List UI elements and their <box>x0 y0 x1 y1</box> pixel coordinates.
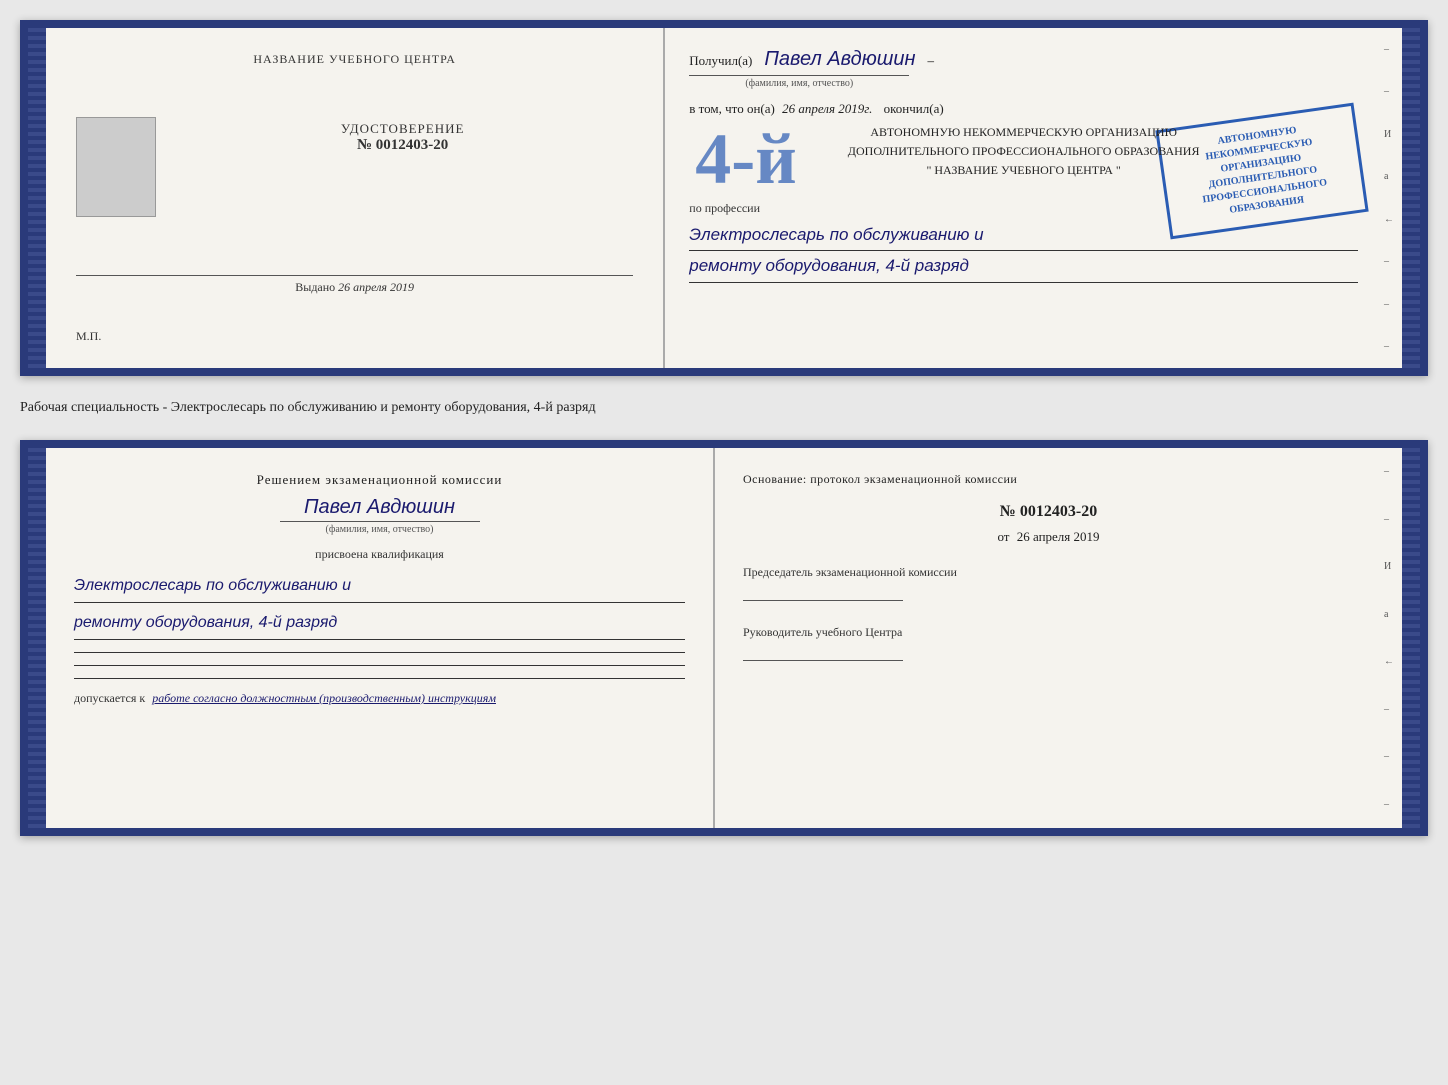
side-decoration-bottom: – – И а ← – – – <box>1382 448 1402 828</box>
line-sep2 <box>74 665 685 666</box>
vtom-block: в том, что он(а) 26 апреля 2019г. окончи… <box>689 101 1358 117</box>
rukov-sig-line <box>743 660 903 661</box>
right-spine-bottom <box>1402 448 1420 828</box>
rukov-label: Руководитель учебного Центра <box>743 625 1354 640</box>
right-number: № 0012403-20 <box>743 503 1354 521</box>
right-spine-top <box>1402 28 1420 368</box>
cert-number-block: УДОСТОВЕРЕНИЕ № 0012403-20 <box>341 121 465 154</box>
top-right-page: Получил(а) Павел Авдюшин – (фамилия, имя… <box>665 28 1382 368</box>
bottom-right-page: Основание: протокол экзаменационной коми… <box>715 448 1382 828</box>
prisvoena-label: присвоена квалификация <box>74 547 685 562</box>
org-line3: " НАЗВАНИЕ УЧЕБНОГО ЦЕНТРА " <box>689 161 1358 180</box>
osnov-label: Основание: протокол экзаменационной коми… <box>743 472 1354 487</box>
org-name-block: АВТОНОМНУЮ НЕКОММЕРЧЕСКУЮ ОРГАНИЗАЦИЮ ДО… <box>689 123 1358 181</box>
line-sep3 <box>74 678 685 679</box>
top-left-page: НАЗВАНИЕ УЧЕБНОГО ЦЕНТРА УДОСТОВЕРЕНИЕ №… <box>46 28 665 368</box>
photo-placeholder <box>76 117 156 217</box>
cert-title: УДОСТОВЕРЕНИЕ <box>341 121 465 137</box>
cert-number: № 0012403-20 <box>341 137 465 154</box>
left-spine <box>28 28 46 368</box>
kvalif-line1: Электрослесарь по обслуживанию и <box>74 570 685 603</box>
komissia-title: Решением экзаменационной комиссии <box>74 472 685 488</box>
issued-date: 26 апреля 2019 <box>338 280 414 294</box>
chair-label: Председатель экзаменационной комиссии <box>743 565 1354 580</box>
dopusk-value: работе согласно должностным (производств… <box>152 691 496 705</box>
okonchil-label: окончил(а) <box>884 101 944 116</box>
top-center-title: НАЗВАНИЕ УЧЕБНОГО ЦЕНТРА <box>253 52 456 67</box>
bottom-certificate: Решением экзаменационной комиссии Павел … <box>20 440 1428 836</box>
chair-block: Председатель экзаменационной комиссии <box>743 565 1354 601</box>
issued-line: Выдано 26 апреля 2019 <box>76 275 633 295</box>
line-sep1 <box>74 652 685 653</box>
org-line2: ДОПОЛНИТЕЛЬНОГО ПРОФЕССИОНАЛЬНОГО ОБРАЗО… <box>689 142 1358 161</box>
vtom-label: в том, что он(а) <box>689 101 775 116</box>
right-date: от 26 апреля 2019 <box>743 529 1354 545</box>
vtom-date: 26 апреля 2019г. <box>782 101 872 116</box>
bottom-left-page: Решением экзаменационной комиссии Павел … <box>46 448 715 828</box>
mp-label: М.П. <box>76 329 101 344</box>
date-prefix: от <box>997 529 1009 544</box>
dopusk-label: допускается к <box>74 691 145 705</box>
chair-sig-line <box>743 600 903 601</box>
recipient-name: Павел Авдюшин <box>764 48 915 70</box>
date-value: 26 апреля 2019 <box>1017 529 1100 544</box>
top-certificate: НАЗВАНИЕ УЧЕБНОГО ЦЕНТРА УДОСТОВЕРЕНИЕ №… <box>20 20 1428 376</box>
org-line1: АВТОНОМНУЮ НЕКОММЕРЧЕСКУЮ ОРГАНИЗАЦИЮ <box>689 123 1358 142</box>
side-decoration-top: – – И а ← – – – <box>1382 28 1402 368</box>
kvalif-line2: ремонту оборудования, 4-й разряд <box>74 607 685 640</box>
profession-line2: ремонту оборудования, 4-й разряд <box>689 251 1358 283</box>
rukov-block: Руководитель учебного Центра <box>743 625 1354 661</box>
separator-text: Рабочая специальность - Электрослесарь п… <box>20 392 1428 424</box>
left-spine-bottom <box>28 448 46 828</box>
komissia-name: Павел Авдюшин <box>74 496 685 519</box>
issued-label: Выдано <box>295 280 335 294</box>
page-wrapper: НАЗВАНИЕ УЧЕБНОГО ЦЕНТРА УДОСТОВЕРЕНИЕ №… <box>20 20 1428 836</box>
fio-label-top: (фамилия, имя, отчество) <box>689 75 909 89</box>
dash-after-name: – <box>927 53 934 68</box>
komissia-fio-label: (фамилия, имя, отчество) <box>280 521 480 535</box>
dopusk-block: допускается к работе согласно должностны… <box>74 691 685 706</box>
received-block: Получил(а) Павел Авдюшин – <box>689 48 1358 71</box>
received-label: Получил(а) <box>689 53 752 68</box>
